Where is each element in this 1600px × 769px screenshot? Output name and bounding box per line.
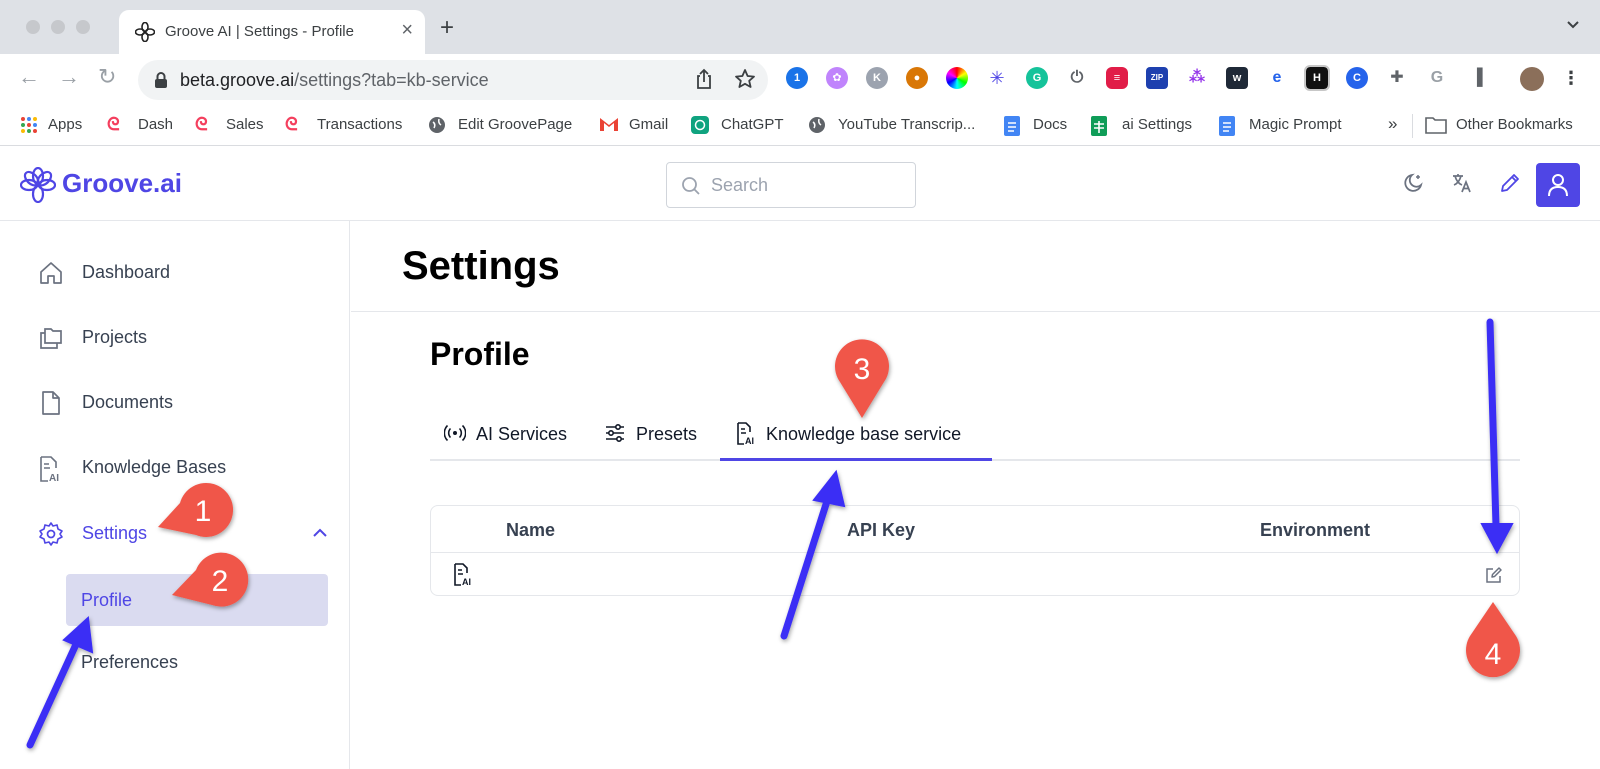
tutorial-annotations: 1 2 3 4	[26, 318, 1521, 749]
annotation-number: 4	[1485, 638, 1502, 671]
annotation-marker-2	[172, 552, 249, 607]
annotation-arrowhead	[812, 469, 846, 508]
annotation-arrow-kb-tab	[780, 494, 832, 640]
annotation-number: 2	[212, 565, 229, 598]
annotation-number: 1	[195, 495, 212, 528]
annotation-arrow-edit	[1486, 318, 1500, 530]
annotation-number: 3	[854, 353, 871, 386]
annotation-arrow-profile	[26, 636, 82, 749]
annotation-arrowhead	[62, 615, 94, 654]
annotation-arrowhead	[1480, 523, 1514, 555]
